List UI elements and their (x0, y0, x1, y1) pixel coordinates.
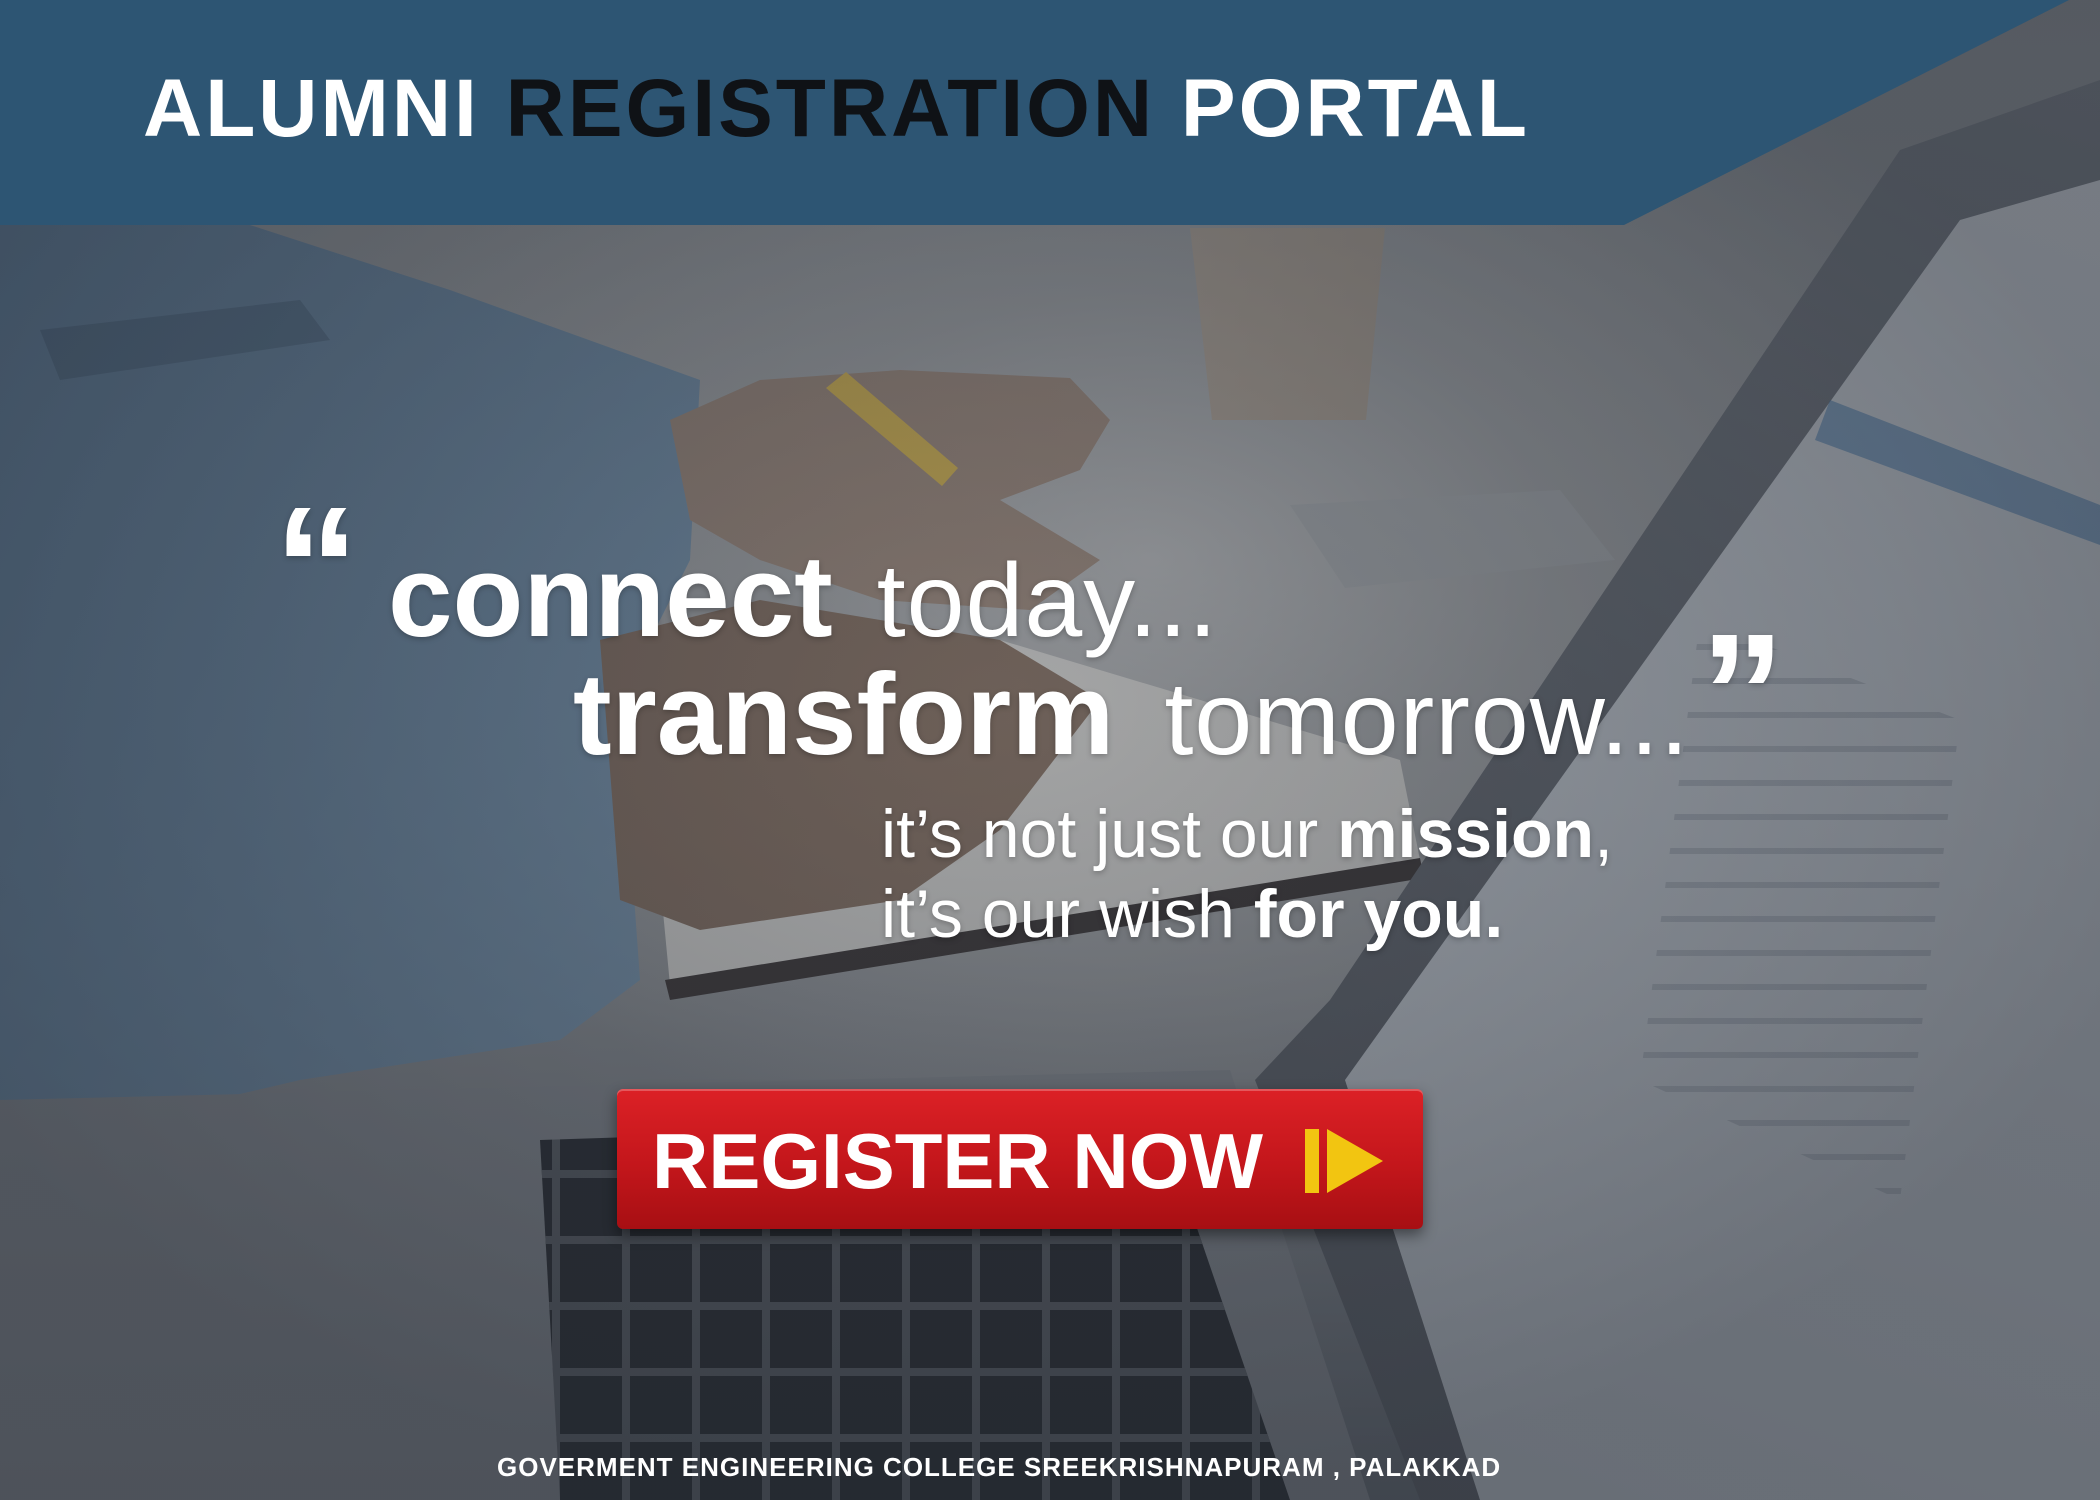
register-now-label: REGISTER NOW (652, 1117, 1264, 1205)
title-word-registration: REGISTRATION (505, 63, 1156, 154)
tagline-word-for-you: for you. (1253, 876, 1504, 952)
register-now-button[interactable]: REGISTER NOW (617, 1089, 1423, 1229)
tagline-line-2: transform tomorrow... (573, 656, 1690, 772)
tagline-line-3-text: it’s not just our (881, 796, 1319, 872)
tagline-line-4: it’s our wish for you. (881, 880, 1503, 948)
tagline-word-transform: transform (573, 649, 1115, 779)
tagline-line-4-text: it’s our wish (881, 876, 1235, 952)
tagline-line-3: it’s not just our mission, (881, 800, 1613, 868)
close-quote-icon: ” (1700, 599, 1785, 789)
page: ALUMNI REGISTRATION PORTAL “ connect tod… (0, 0, 2100, 1500)
play-icon-bar (1305, 1129, 1319, 1193)
tagline-line-3-comma: , (1594, 796, 1613, 872)
open-quote-icon: “ (274, 472, 359, 662)
tagline-word-connect: connect (388, 531, 833, 661)
title-word-alumni: ALUMNI (143, 63, 480, 154)
tagline-word-mission: mission (1337, 796, 1595, 872)
tagline-line-1: connect today... (388, 538, 1218, 654)
tagline-word-tomorrow: tomorrow... (1164, 661, 1690, 777)
play-icon-triangle (1327, 1129, 1383, 1193)
tagline-word-today: today... (876, 543, 1219, 659)
page-title: ALUMNI REGISTRATION PORTAL (143, 68, 1530, 150)
play-icon (1305, 1129, 1385, 1193)
title-word-portal: PORTAL (1180, 63, 1530, 154)
footer-college-name: GOVERMENT ENGINEERING COLLEGE SREEKRISHN… (497, 1452, 1502, 1482)
